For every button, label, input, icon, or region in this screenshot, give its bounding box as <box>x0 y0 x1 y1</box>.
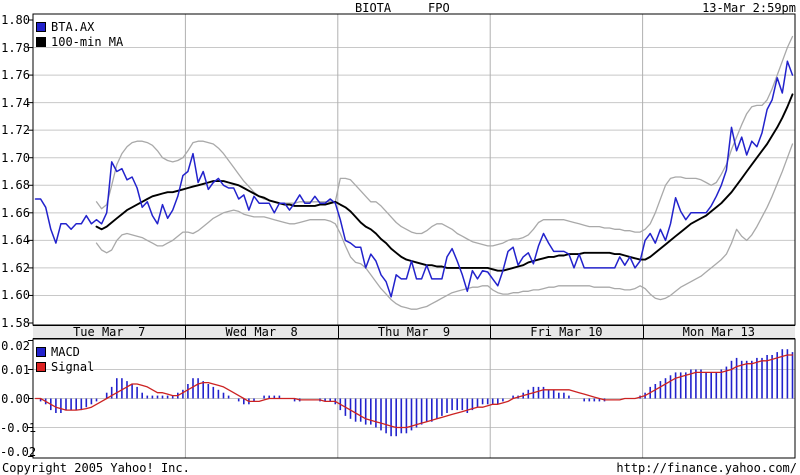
date-band-separator <box>642 325 644 339</box>
signal-series-swatch-icon <box>36 362 46 372</box>
macd-series-label: MACD <box>51 345 80 359</box>
ma-legend-row: 100-min MA <box>36 35 123 50</box>
price-series-swatch-icon <box>36 22 46 32</box>
macd-y-axis-tick-label: -0.02 <box>0 445 37 459</box>
macd-legend-row: MACD <box>36 345 94 360</box>
macd-y-axis-tick-label: 0.02 <box>1 339 30 353</box>
share-type-label: FPO <box>428 1 450 15</box>
copyright-text: Copyright 2005 Yahoo! Inc. <box>2 461 190 475</box>
macd-y-axis-tick-label: 0.01 <box>1 362 30 377</box>
price-y-axis-tick-label: 1.64 <box>1 233 30 248</box>
price-series-label: BTA.AX <box>51 20 95 34</box>
x-axis-day-label: Tue Mar 7 <box>73 325 146 339</box>
price-y-axis-tick-label: 1.62 <box>1 260 30 275</box>
x-axis-day-label: Wed Mar 8 <box>225 325 298 339</box>
yahoo-finance-intraday-chart: BIOTA FPO 13-Mar 2:59pm BTA.AX 100-min M… <box>0 0 800 475</box>
chart-canvas <box>28 13 796 459</box>
price-y-axis-tick-label: 1.80 <box>1 13 30 27</box>
price-y-axis-tick-label: 1.74 <box>1 95 30 110</box>
price-y-axis-tick-label: 1.70 <box>1 150 30 165</box>
price-y-axis-tick-label: 1.68 <box>1 178 30 193</box>
chart-timestamp: 13-Mar 2:59pm <box>702 1 796 15</box>
price-legend: BTA.AX 100-min MA <box>36 20 123 50</box>
ma-series-swatch-icon <box>36 37 46 47</box>
date-band-separator <box>337 325 339 339</box>
price-y-axis-tick-label: 1.60 <box>1 288 30 303</box>
signal-series-label: Signal <box>51 360 95 374</box>
price-y-axis-tick-label: 1.72 <box>1 123 30 138</box>
date-band-separator <box>185 325 187 339</box>
price-legend-row: BTA.AX <box>36 20 123 35</box>
signal-legend-row: Signal <box>36 360 94 375</box>
macd-y-axis-tick-label: -0.01 <box>0 420 37 435</box>
chart-symbol-title: BIOTA <box>355 1 392 15</box>
macd-y-axis-tick-label: 0.00 <box>1 391 30 406</box>
x-axis-day-label: Fri Mar 10 <box>530 325 603 339</box>
macd-series-swatch-icon <box>36 347 46 357</box>
price-y-axis-tick-label: 1.58 <box>1 315 30 330</box>
price-y-axis-tick-label: 1.76 <box>1 68 30 83</box>
price-y-axis-tick-label: 1.66 <box>1 205 30 220</box>
source-url-text: http://finance.yahoo.com/ <box>616 461 797 475</box>
x-axis-day-label: Thu Mar 9 <box>377 325 451 339</box>
date-band-separator <box>490 325 492 339</box>
price-y-axis-tick-label: 1.78 <box>1 40 30 55</box>
macd-legend: MACD Signal <box>36 345 94 375</box>
x-axis-day-label: Mon Mar 13 <box>682 325 755 339</box>
ma-series-label: 100-min MA <box>51 35 124 49</box>
